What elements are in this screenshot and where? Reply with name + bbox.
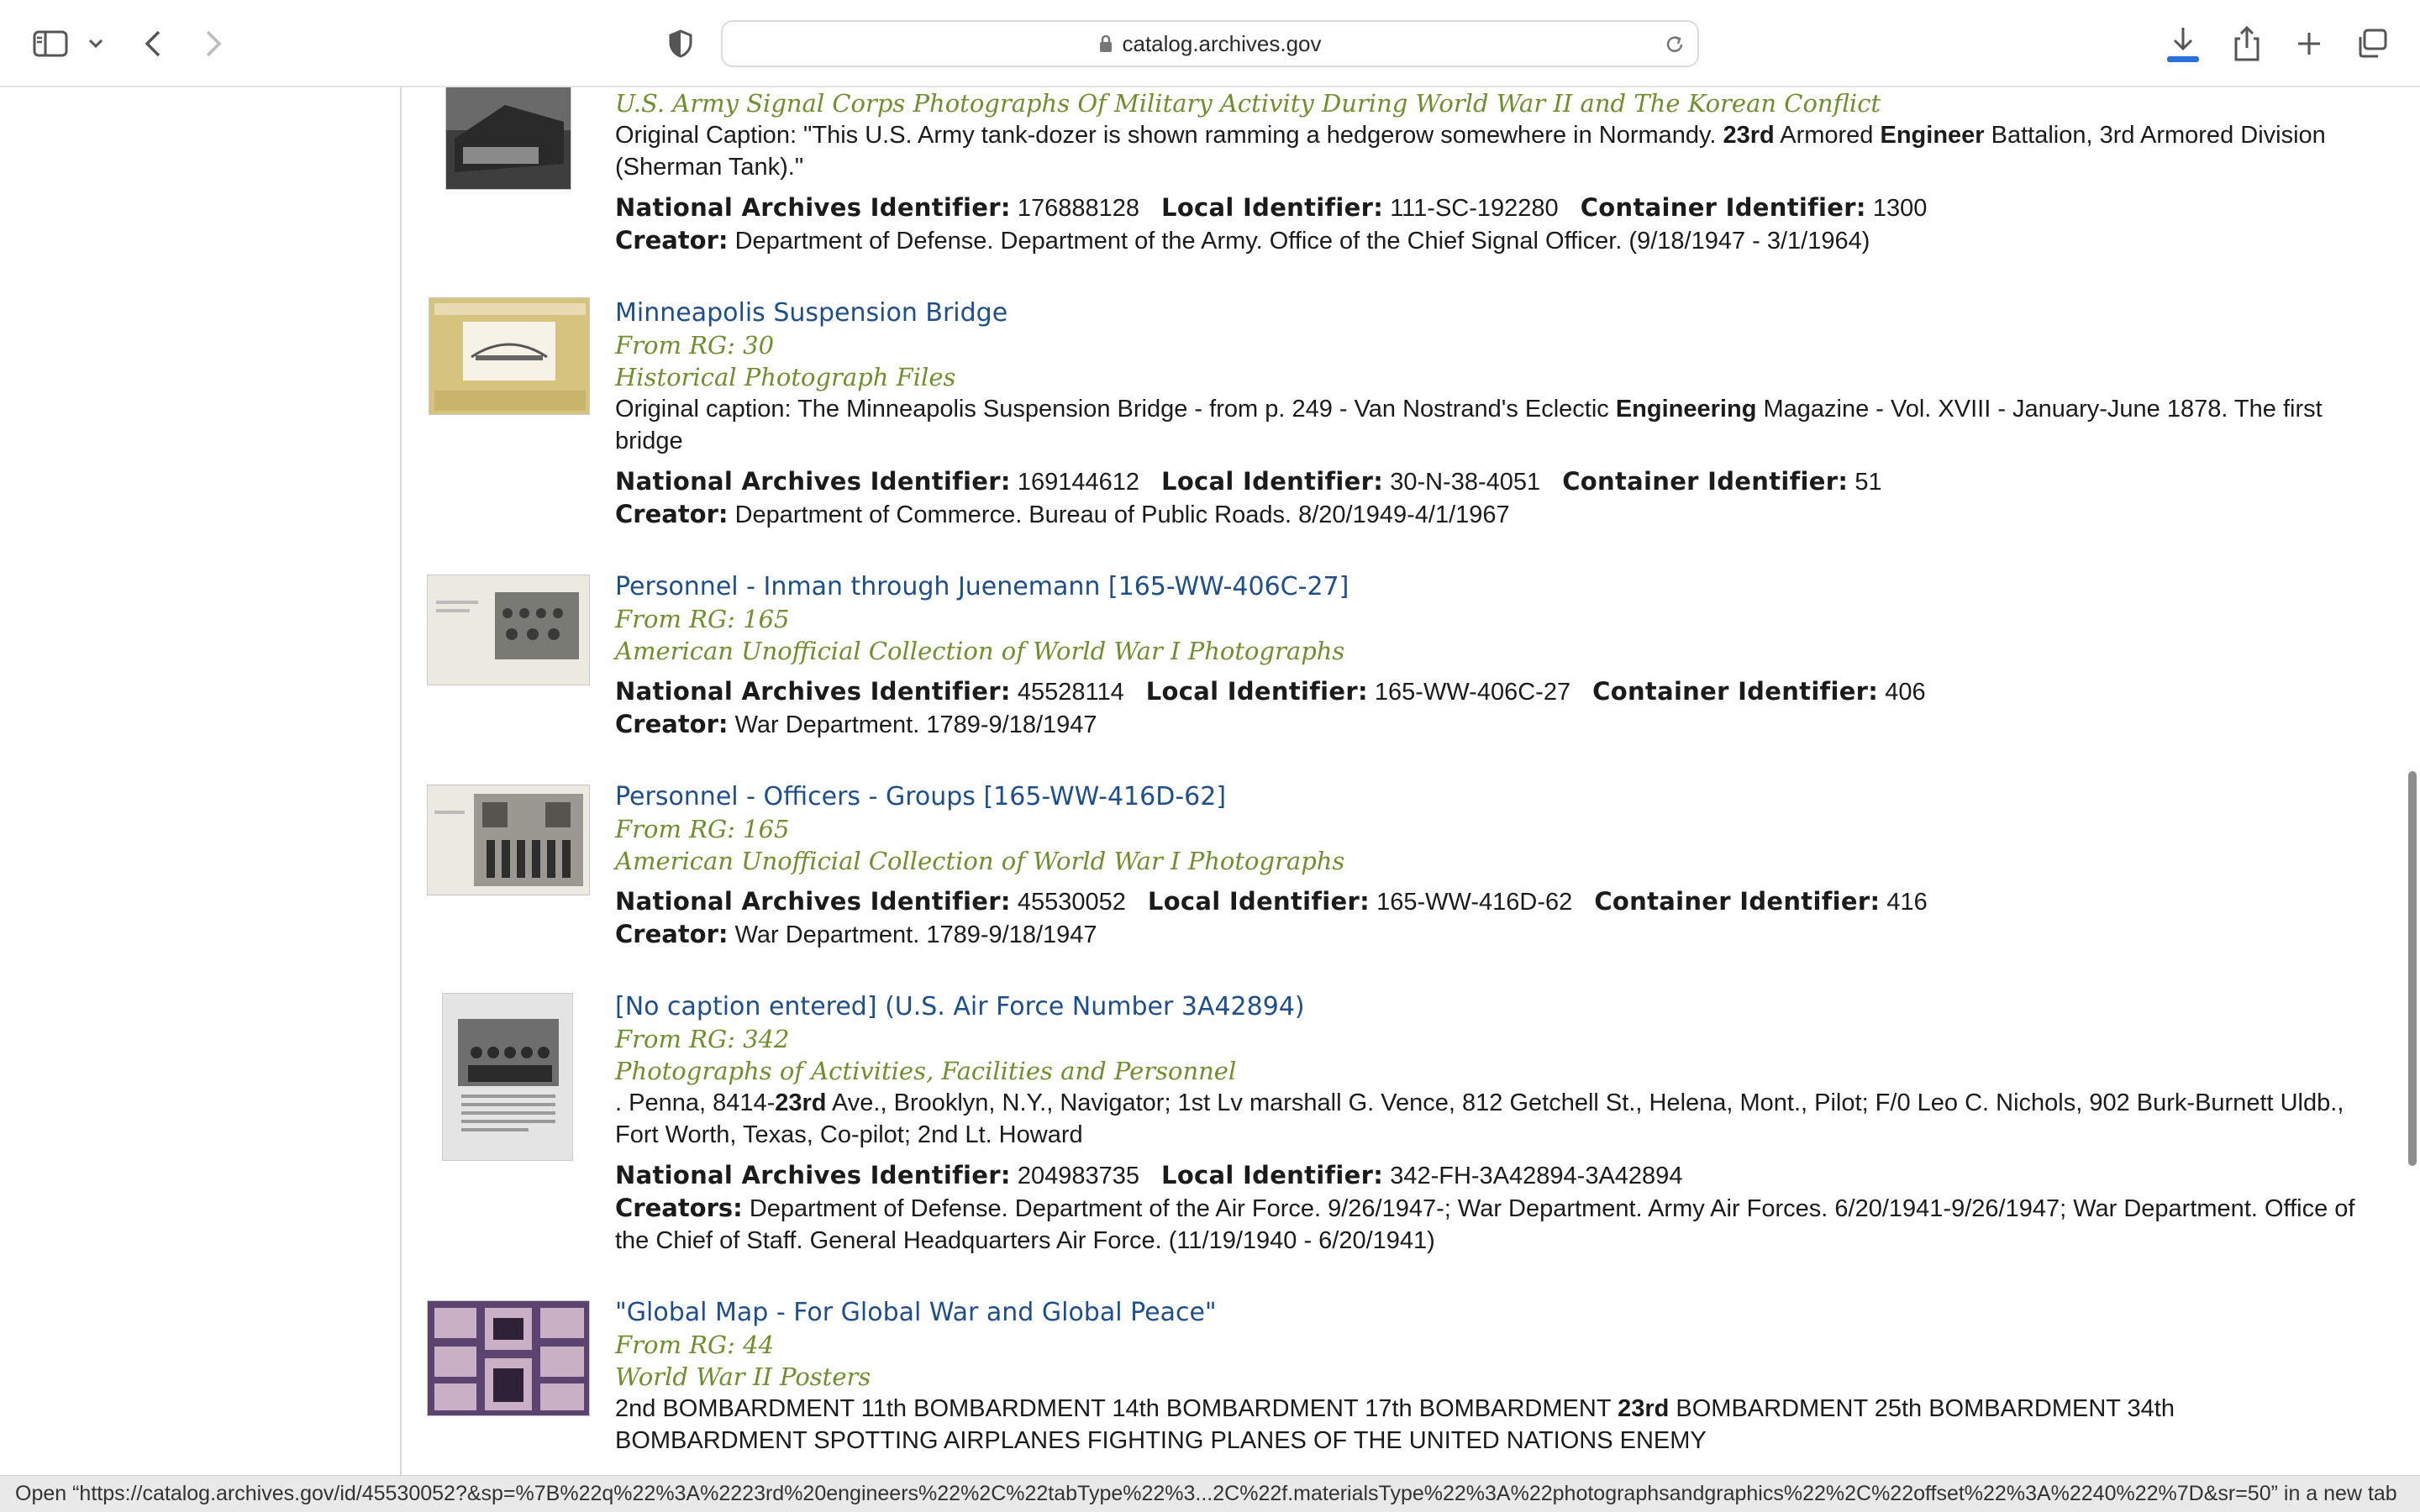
result-creator: Creator: War Department. 1789-9/18/1947 bbox=[615, 710, 1097, 738]
result-title-link[interactable]: "Global Map - For Global War and Global … bbox=[615, 1297, 2363, 1329]
page-content: U.S. Army Signal Corps Photographs Of Mi… bbox=[0, 87, 2420, 1475]
result-title-link[interactable]: Personnel - Inman through Juenemann [165… bbox=[615, 571, 2363, 603]
vertical-scrollbar[interactable] bbox=[2408, 771, 2417, 1166]
result-item: Personnel - Officers - Groups [165-WW-41… bbox=[420, 781, 2370, 958]
browser-toolbar: catalog.archives.gov bbox=[0, 0, 2420, 87]
reload-icon[interactable] bbox=[1664, 34, 1686, 59]
chevron-down-icon[interactable] bbox=[84, 32, 108, 55]
result-description: . Penna, 8414-23rd Ave., Brooklyn, N.Y.,… bbox=[615, 1089, 2344, 1148]
address-bar[interactable]: catalog.archives.gov bbox=[721, 20, 1699, 67]
back-arrow-icon[interactable] bbox=[138, 27, 168, 60]
result-identifiers: National Archives Identifier: 176888128 … bbox=[615, 193, 1928, 222]
result-item: Minneapolis Suspension Bridge From RG: 3… bbox=[420, 297, 2370, 533]
result-thumbnail[interactable] bbox=[429, 297, 590, 415]
new-tab-plus-icon[interactable] bbox=[2291, 25, 2328, 62]
result-description: Original caption: The Minneapolis Suspen… bbox=[615, 396, 2323, 454]
result-series[interactable]: Historical Photograph Files bbox=[615, 361, 2363, 393]
result-identifiers: National Archives Identifier: 169144612 … bbox=[615, 467, 1882, 496]
result-thumbnail[interactable] bbox=[427, 1300, 590, 1416]
result-thumbnail[interactable] bbox=[445, 87, 571, 190]
result-creator: Creator: Department of Commerce. Bureau … bbox=[615, 500, 1510, 528]
left-column-divider bbox=[400, 87, 402, 1475]
result-record-group[interactable]: From RG: 165 bbox=[615, 603, 2363, 635]
link-status-bar: Open “https://catalog.archives.gov/id/45… bbox=[0, 1475, 2420, 1512]
result-thumbnail[interactable] bbox=[442, 993, 573, 1161]
tab-overview-icon[interactable] bbox=[2353, 25, 2391, 62]
result-series[interactable]: Photographs of Activities, Facilities an… bbox=[615, 1055, 2363, 1087]
result-item: [No caption entered] (U.S. Air Force Num… bbox=[420, 991, 2370, 1268]
result-creator: Creators: Department of Defense. Departm… bbox=[615, 1194, 2355, 1254]
downloads-icon[interactable] bbox=[2161, 20, 2205, 67]
result-item: "Global Map - For Global War and Global … bbox=[420, 1297, 2370, 1475]
result-record-group[interactable]: From RG: 165 bbox=[615, 813, 2363, 845]
result-thumbnail[interactable] bbox=[427, 785, 590, 895]
forward-arrow-icon[interactable] bbox=[198, 27, 229, 60]
url-text: catalog.archives.gov bbox=[1122, 30, 1322, 56]
result-series[interactable]: American Unofficial Collection of World … bbox=[615, 635, 2363, 667]
result-title-link[interactable]: Minneapolis Suspension Bridge bbox=[615, 297, 2363, 329]
result-series[interactable]: American Unofficial Collection of World … bbox=[615, 845, 2363, 877]
result-thumbnail[interactable] bbox=[427, 575, 590, 685]
result-identifiers: National Archives Identifier: 45528114 L… bbox=[615, 677, 1926, 706]
result-creator: Creator: Department of Defense. Departme… bbox=[615, 226, 1870, 255]
result-title-link[interactable]: Personnel - Officers - Groups [165-WW-41… bbox=[615, 781, 2363, 813]
result-series[interactable]: U.S. Army Signal Corps Photographs Of Mi… bbox=[615, 87, 2363, 119]
result-item: U.S. Army Signal Corps Photographs Of Mi… bbox=[420, 87, 2370, 255]
result-description: Original Caption: "This U.S. Army tank-d… bbox=[615, 122, 2326, 181]
result-identifiers: National Archives Identifier: 45530052 L… bbox=[615, 887, 1928, 916]
result-record-group[interactable]: From RG: 342 bbox=[615, 1023, 2363, 1055]
result-creator: Creator: War Department. 1789-9/18/1947 bbox=[615, 920, 1097, 948]
result-description: 2nd BOMBARDMENT 11th BOMBARDMENT 14th BO… bbox=[615, 1395, 2175, 1454]
sidebar-toggle-icon[interactable] bbox=[30, 27, 71, 60]
result-item: Personnel - Inman through Juenemann [165… bbox=[420, 571, 2370, 748]
lock-icon bbox=[1100, 34, 1113, 52]
result-identifiers: National Archives Identifier: 204983735 … bbox=[615, 1161, 1683, 1189]
privacy-shield-icon[interactable] bbox=[664, 27, 697, 60]
result-title-link[interactable]: [No caption entered] (U.S. Air Force Num… bbox=[615, 991, 2363, 1023]
result-series[interactable]: World War II Posters bbox=[615, 1361, 2363, 1393]
result-record-group[interactable]: From RG: 30 bbox=[615, 329, 2363, 361]
result-record-group[interactable]: From RG: 44 bbox=[615, 1329, 2363, 1361]
share-icon[interactable] bbox=[2228, 22, 2265, 66]
